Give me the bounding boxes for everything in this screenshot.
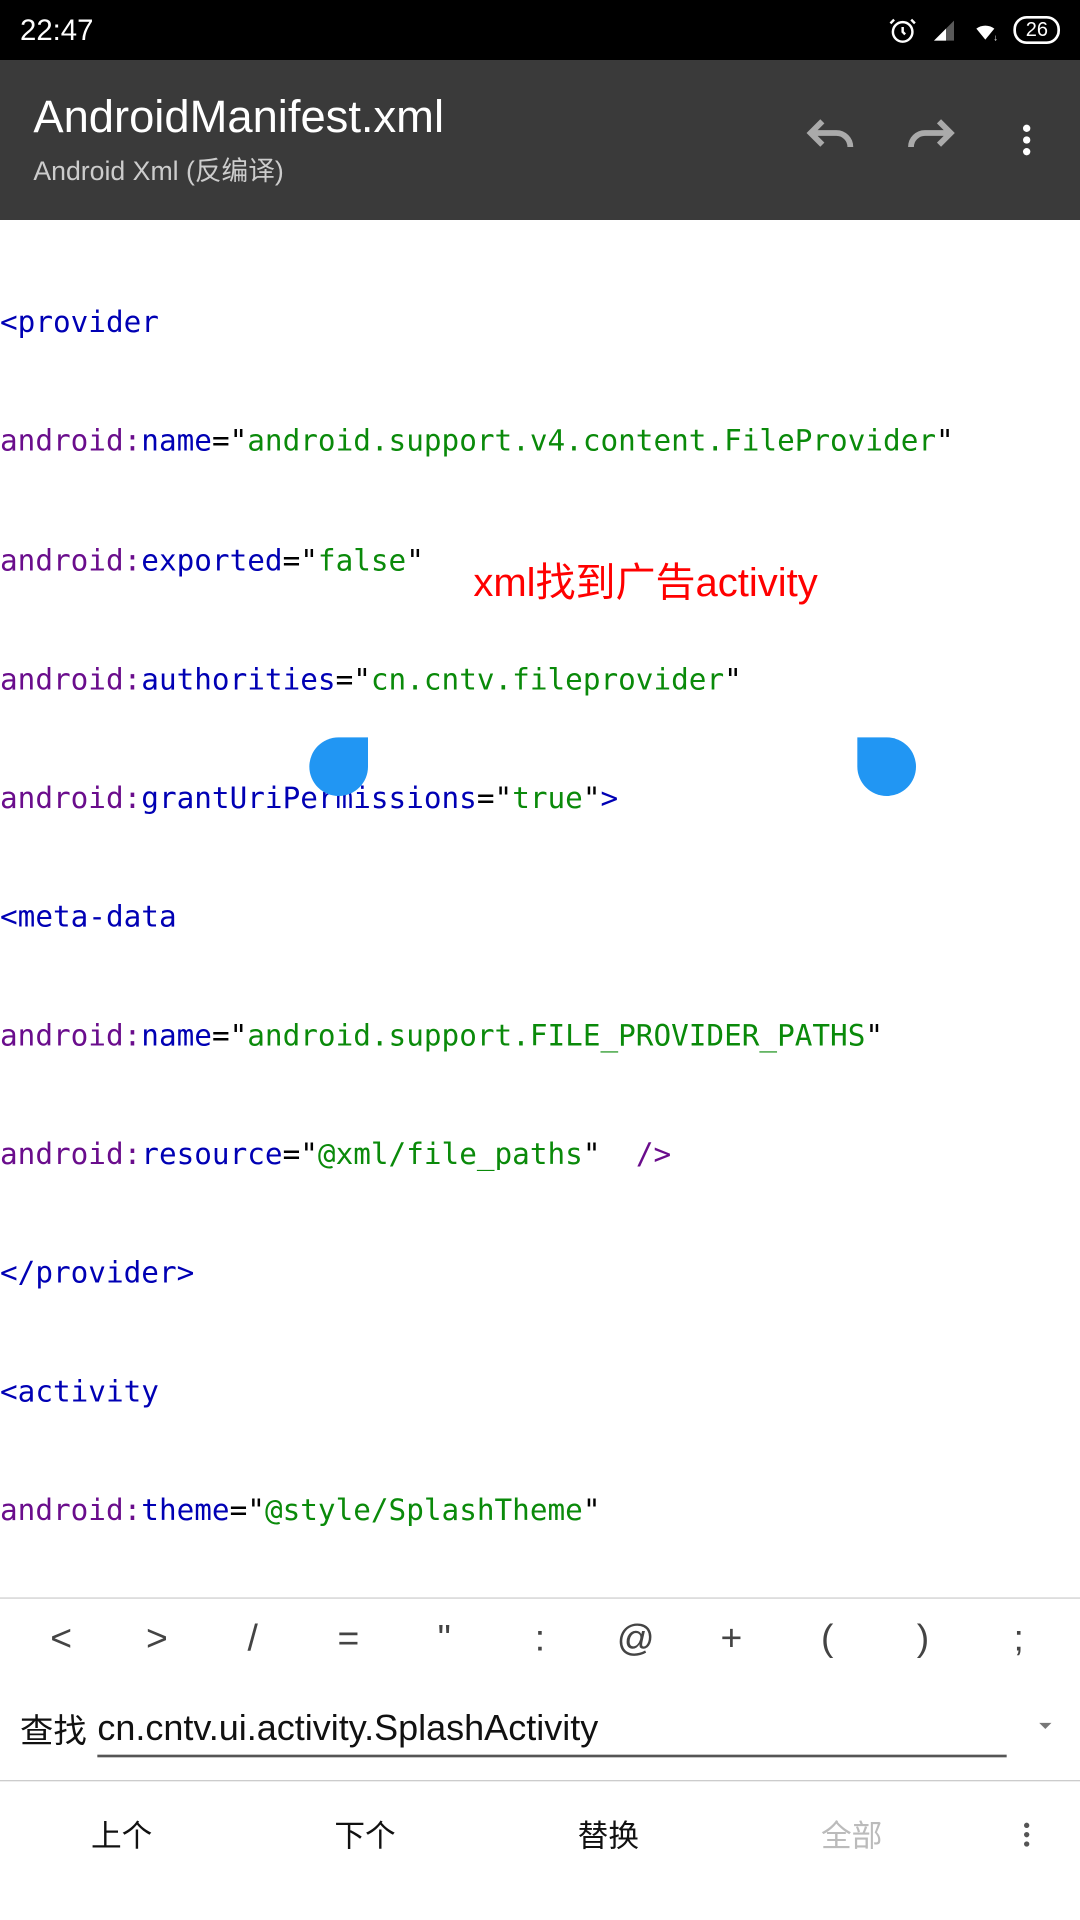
- find-more-button[interactable]: [973, 1815, 1080, 1851]
- statusbar: 22:47 ↓ 26: [0, 0, 1080, 60]
- symbol-key[interactable]: (: [779, 1617, 875, 1660]
- code-line: </provider>: [0, 1255, 1080, 1295]
- code-line: android:authorities="cn.cntv.fileprovide…: [0, 661, 1080, 701]
- code-editor[interactable]: <provider android:name="android.support.…: [0, 220, 1080, 1597]
- find-label: 查找: [20, 1705, 87, 1753]
- code-line: android:theme="@style/SplashTheme": [0, 1492, 1080, 1532]
- find-actions: 上个 下个 替换 全部: [0, 1781, 1080, 1885]
- find-dropdown[interactable]: [1031, 1711, 1060, 1747]
- symbol-key[interactable]: =: [301, 1617, 397, 1660]
- alarm-icon: [888, 15, 917, 44]
- symbol-key[interactable]: <: [13, 1617, 109, 1660]
- symbol-bar: < > / = " : @ + ( ) ;: [0, 1597, 1080, 1677]
- code-line: <meta-data: [0, 898, 1080, 938]
- wifi-icon: ↓: [971, 18, 1000, 42]
- symbol-key[interactable]: ": [396, 1617, 492, 1660]
- overflow-menu-icon: [1011, 1819, 1043, 1851]
- selection-handle-end[interactable]: [857, 737, 916, 796]
- page-title: AndroidManifest.xml: [33, 92, 801, 144]
- symbol-key[interactable]: /: [205, 1617, 301, 1660]
- battery-icon: 26: [1014, 16, 1060, 44]
- symbol-key[interactable]: ): [875, 1617, 971, 1660]
- replace-button[interactable]: 替换: [487, 1811, 730, 1856]
- next-button[interactable]: 下个: [243, 1811, 486, 1856]
- prev-button[interactable]: 上个: [0, 1811, 243, 1856]
- overflow-menu-icon[interactable]: [1007, 112, 1047, 168]
- symbol-key[interactable]: >: [109, 1617, 205, 1660]
- symbol-key[interactable]: +: [684, 1617, 780, 1660]
- selection-handle-start[interactable]: [309, 737, 368, 796]
- replace-all-button[interactable]: 全部: [730, 1811, 973, 1856]
- svg-text:↓: ↓: [994, 32, 999, 42]
- status-time: 22:47: [20, 13, 93, 48]
- code-line: <provider: [0, 305, 1080, 345]
- symbol-key[interactable]: ;: [971, 1617, 1067, 1660]
- status-icons: ↓ 26: [888, 15, 1060, 44]
- symbol-key[interactable]: @: [588, 1617, 684, 1660]
- signal-icon: [931, 18, 958, 42]
- redo-button[interactable]: [904, 112, 960, 168]
- page-subtitle: Android Xml (反编译): [33, 149, 801, 188]
- code-line: <activity: [0, 1373, 1080, 1413]
- find-bar: 查找: [0, 1677, 1080, 1781]
- annotation-overlay: xml找到广告activity: [473, 557, 817, 611]
- actionbar: AndroidManifest.xml Android Xml (反编译): [0, 60, 1080, 220]
- code-line: android:name="android.support.v4.content…: [0, 423, 1080, 463]
- find-input[interactable]: [97, 1700, 1006, 1757]
- code-line: android:resource="@xml/file_paths" />: [0, 1136, 1080, 1176]
- code-line: android:name="android.support.FILE_PROVI…: [0, 1017, 1080, 1057]
- chevron-down-icon: [1031, 1711, 1060, 1740]
- code-line: android:grantUriPermissions="true">: [0, 780, 1080, 820]
- undo-button[interactable]: [801, 112, 857, 168]
- symbol-key[interactable]: :: [492, 1617, 588, 1660]
